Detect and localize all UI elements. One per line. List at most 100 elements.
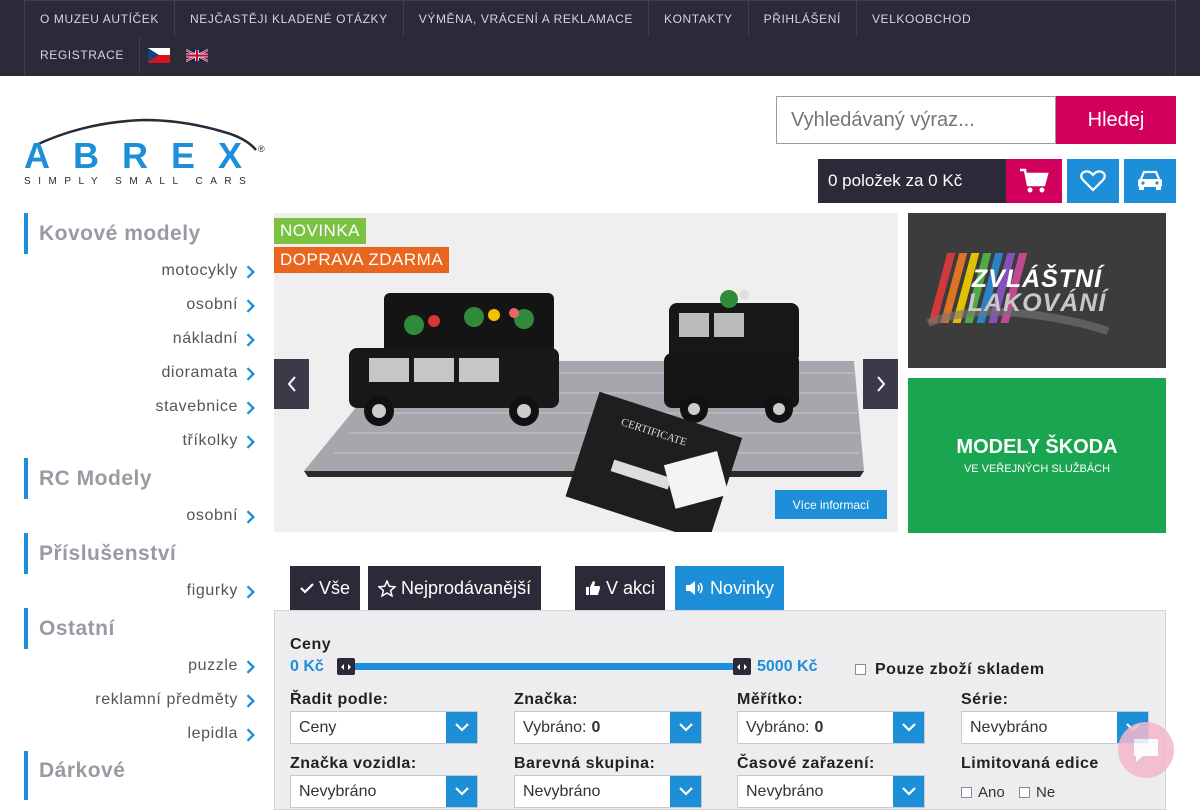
chat-bubble-icon bbox=[1134, 739, 1158, 762]
svg-text:ABREX: ABREX bbox=[24, 135, 250, 176]
promo-skoda-public-services[interactable]: MODELY ŠKODA VE VEŘEJNÝCH SLUŽBÁCH bbox=[908, 378, 1166, 533]
sort-select[interactable]: Ceny bbox=[290, 711, 478, 744]
tab-bestsellers[interactable]: Nejprodávanější bbox=[368, 566, 542, 610]
chevron-right-icon[interactable] bbox=[246, 585, 256, 599]
sidebar-item-tricycles[interactable]: tříkolky bbox=[183, 432, 238, 450]
era-select[interactable]: Nevybráno bbox=[737, 775, 925, 808]
more-info-button[interactable]: Více informací bbox=[775, 490, 887, 519]
brand-select[interactable]: Vybráno: 0 bbox=[514, 711, 702, 744]
resize-arrows-icon bbox=[341, 663, 351, 670]
promo-special-paint-line2: LAKOVÁNÍ bbox=[967, 289, 1107, 317]
sort-select-value: Ceny bbox=[299, 718, 337, 736]
chevron-down-icon bbox=[670, 776, 701, 807]
car-icon bbox=[1138, 170, 1162, 190]
czech-flag-icon[interactable] bbox=[140, 37, 178, 73]
tab-on-sale-label: V akci bbox=[606, 577, 656, 598]
car-brand-select[interactable]: Nevybráno bbox=[290, 775, 478, 808]
search-input[interactable] bbox=[776, 96, 1056, 144]
category-rc-models[interactable]: RC Modely bbox=[24, 458, 264, 499]
sidebar-item-rc-cars[interactable]: osobní bbox=[186, 507, 238, 525]
limited-yes-checkbox[interactable] bbox=[961, 787, 972, 798]
chevron-right-icon[interactable] bbox=[246, 510, 256, 524]
color-group-select-value: Nevybráno bbox=[523, 782, 601, 800]
price-label: Ceny bbox=[290, 636, 332, 653]
chevron-right-icon[interactable] bbox=[246, 728, 256, 742]
uk-flag-icon[interactable] bbox=[178, 37, 216, 73]
category-accessories[interactable]: Příslušenství bbox=[24, 533, 264, 574]
price-slider-track[interactable] bbox=[346, 663, 742, 670]
nav-link-register[interactable]: REGISTRACE bbox=[25, 37, 141, 73]
cart-button[interactable] bbox=[1006, 159, 1062, 203]
chevron-right-icon[interactable] bbox=[246, 660, 256, 674]
promo-special-paint[interactable]: ZVLÁŠTNÍ LAKOVÁNÍ bbox=[908, 213, 1166, 368]
limited-no-checkbox[interactable] bbox=[1019, 787, 1030, 798]
tab-new-label: Novinky bbox=[710, 577, 775, 598]
nav-row-2: REGISTRACE bbox=[25, 37, 216, 73]
tab-all[interactable]: Vše bbox=[290, 566, 361, 610]
top-navigation: O MUZEU AUTÍČEK NEJČASTĚJI KLADENÉ OTÁZK… bbox=[0, 0, 1200, 76]
tab-on-sale[interactable]: V akci bbox=[575, 566, 666, 610]
search-button[interactable]: Hledej bbox=[1056, 96, 1176, 144]
tab-new[interactable]: Novinky bbox=[675, 566, 785, 610]
scale-select-count: 0 bbox=[814, 718, 824, 736]
promo-skoda-line2: VE VEŘEJNÝCH SLUŽBÁCH bbox=[963, 463, 1111, 475]
sidebar-item-cars[interactable]: osobní bbox=[186, 296, 238, 314]
brand-select-count: 0 bbox=[591, 718, 601, 736]
scale-select[interactable]: Vybráno: 0 bbox=[737, 711, 925, 744]
price-slider-min-handle[interactable] bbox=[337, 658, 355, 675]
resize-arrows-icon bbox=[737, 663, 747, 670]
cart-summary[interactable]: 0 položek za 0 Kč bbox=[818, 159, 1006, 203]
series-label: Série: bbox=[961, 691, 1009, 708]
heart-icon bbox=[1080, 170, 1106, 192]
nav-link-returns[interactable]: VÝMĚNA, VRÁCENÍ A REKLAMACE bbox=[404, 1, 649, 37]
chat-button[interactable] bbox=[1118, 722, 1174, 778]
price-slider-max-handle[interactable] bbox=[733, 658, 751, 675]
wishlist-button[interactable] bbox=[1067, 159, 1119, 203]
brand-label: Značka: bbox=[514, 691, 578, 708]
category-metal-models[interactable]: Kovové modely bbox=[24, 213, 264, 254]
sidebar-item-figures[interactable]: figurky bbox=[187, 582, 238, 600]
sidebar-item-dioramas[interactable]: dioramata bbox=[161, 364, 238, 382]
volume-icon bbox=[686, 581, 703, 595]
nav-link-about-museum[interactable]: O MUZEU AUTÍČEK bbox=[25, 1, 176, 37]
category-other[interactable]: Ostatní bbox=[24, 608, 264, 649]
abrex-logo[interactable]: ABREX ® SIMPLY SMALL CARS bbox=[24, 118, 266, 188]
cart-summary-text: 0 položek za 0 Kč bbox=[828, 171, 963, 190]
star-icon bbox=[378, 579, 396, 597]
category-gifts[interactable]: Dárkové bbox=[24, 751, 264, 800]
free-shipping-badge: DOPRAVA ZDARMA bbox=[274, 247, 450, 273]
scale-label: Měřítko: bbox=[737, 691, 804, 708]
chevron-down-icon bbox=[446, 776, 477, 807]
sidebar-item-motorcycles[interactable]: motocykly bbox=[161, 262, 238, 280]
sidebar-item-glue[interactable]: lepidla bbox=[188, 725, 238, 743]
carousel-next-button[interactable] bbox=[863, 359, 898, 409]
thumbs-up-icon bbox=[586, 581, 600, 595]
limited-no-label: Ne bbox=[1036, 784, 1056, 801]
sidebar-item-kits[interactable]: stavebnice bbox=[156, 398, 239, 416]
garage-button[interactable] bbox=[1124, 159, 1176, 203]
color-group-select[interactable]: Nevybráno bbox=[514, 775, 702, 808]
chevron-right-icon[interactable] bbox=[246, 265, 256, 279]
chevron-right-icon[interactable] bbox=[246, 367, 256, 381]
stock-only-checkbox[interactable] bbox=[855, 664, 866, 675]
era-select-value: Nevybráno bbox=[746, 782, 824, 800]
brand-select-prefix: Vybráno: bbox=[523, 718, 587, 736]
nav-link-wholesale[interactable]: VELKOOBCHOD bbox=[857, 1, 986, 37]
stock-only-label: Pouze zboží skladem bbox=[875, 661, 1045, 678]
chevron-right-icon[interactable] bbox=[246, 435, 256, 449]
sidebar-item-promo-items[interactable]: reklamní předměty bbox=[95, 691, 238, 709]
sidebar-item-puzzle[interactable]: puzzle bbox=[188, 657, 238, 675]
chevron-right-icon[interactable] bbox=[246, 333, 256, 347]
nav-link-faq[interactable]: NEJČASTĚJI KLADENÉ OTÁZKY bbox=[175, 1, 404, 37]
carousel-prev-button[interactable] bbox=[274, 359, 309, 409]
chevron-right-icon[interactable] bbox=[246, 299, 256, 313]
sidebar-item-trucks[interactable]: nákladní bbox=[173, 330, 238, 348]
nav-link-contacts[interactable]: KONTAKTY bbox=[649, 1, 749, 37]
svg-text:SIMPLY SMALL CARS: SIMPLY SMALL CARS bbox=[24, 176, 250, 187]
svg-text:®: ® bbox=[258, 144, 265, 154]
price-min: 0 Kč bbox=[290, 658, 324, 675]
chevron-right-icon[interactable] bbox=[246, 694, 256, 708]
nav-link-login[interactable]: PŘIHLÁŠENÍ bbox=[749, 1, 857, 37]
chevron-right-icon[interactable] bbox=[246, 401, 256, 415]
new-badge: NOVINKA bbox=[274, 218, 367, 244]
